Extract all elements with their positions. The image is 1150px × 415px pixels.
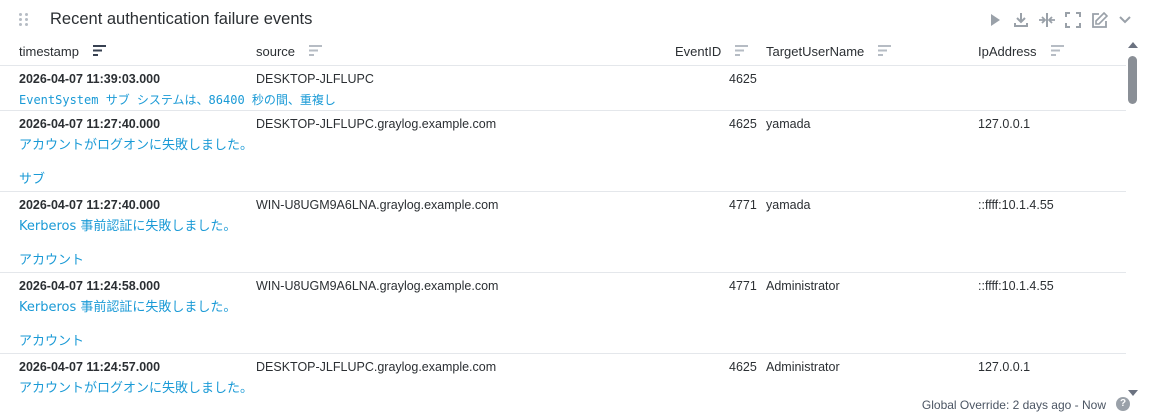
table-row[interactable]: 2026-04-07 11:39:03.000 DESKTOP-JLFLUPC … bbox=[0, 66, 1126, 111]
cell-eventid: 4771 bbox=[729, 198, 757, 212]
cell-timestamp: 2026-04-07 11:39:03.000 bbox=[19, 72, 161, 86]
cell-ipaddress: ::ffff:10.1.4.55 bbox=[978, 279, 1054, 293]
global-override-text: Global Override: 2 days ago - Now bbox=[921, 398, 1106, 412]
column-header-timestamp[interactable]: timestamp bbox=[19, 44, 106, 59]
column-header-targetusername[interactable]: TargetUserName bbox=[766, 44, 892, 59]
search-widget: Recent authentication failure events tim… bbox=[0, 0, 1150, 415]
column-label: EventID bbox=[675, 44, 722, 59]
message-line: Kerberos 事前認証に失敗しました。 bbox=[19, 300, 237, 315]
column-label: timestamp bbox=[19, 44, 79, 59]
vertical-scrollbar[interactable] bbox=[1126, 38, 1140, 396]
sort-icon[interactable] bbox=[735, 44, 749, 59]
fullscreen-icon[interactable] bbox=[1062, 9, 1084, 31]
cell-timestamp: 2026-04-07 11:24:58.000 bbox=[19, 279, 161, 293]
cell-source: DESKTOP-JLFLUPC.graylog.example.com bbox=[256, 360, 497, 374]
split-icon[interactable] bbox=[1036, 9, 1058, 31]
cell-targetusername: yamada bbox=[766, 198, 811, 212]
column-header-eventid[interactable]: EventID bbox=[675, 44, 749, 59]
cell-ipaddress: 127.0.0.1 bbox=[978, 360, 1031, 374]
cell-timestamp: 2026-04-07 11:27:40.000 bbox=[19, 117, 161, 131]
chevron-down-icon[interactable] bbox=[1114, 9, 1136, 31]
widget-actions bbox=[980, 9, 1136, 31]
cell-timestamp: 2026-04-07 11:27:40.000 bbox=[19, 198, 161, 212]
column-label: IpAddress bbox=[978, 44, 1037, 59]
sort-icon[interactable] bbox=[1050, 44, 1064, 59]
message-line: アカウント bbox=[19, 253, 85, 268]
table-body: 2026-04-07 11:39:03.000 DESKTOP-JLFLUPC … bbox=[0, 66, 1126, 415]
column-label: source bbox=[256, 44, 296, 59]
cell-targetusername: Administrator bbox=[766, 360, 840, 374]
cell-targetusername: yamada bbox=[766, 117, 811, 131]
message-line: Kerberos 事前認証に失敗しました。 bbox=[19, 219, 237, 234]
cell-ipaddress: 127.0.0.1 bbox=[978, 117, 1031, 131]
sort-desc-icon[interactable] bbox=[92, 44, 106, 59]
edit-icon[interactable] bbox=[1088, 9, 1110, 31]
sort-icon[interactable] bbox=[878, 44, 892, 59]
scroll-down-icon[interactable] bbox=[1128, 390, 1138, 396]
cell-eventid: 4625 bbox=[729, 360, 757, 374]
cell-source: WIN-U8UGM9A6LNA.graylog.example.com bbox=[256, 198, 499, 212]
scrollbar-thumb[interactable] bbox=[1128, 56, 1137, 104]
table-row[interactable]: 2026-04-07 11:27:40.000 DESKTOP-JLFLUPC.… bbox=[0, 111, 1126, 192]
widget-title: Recent authentication failure events bbox=[50, 10, 313, 28]
column-label: TargetUserName bbox=[766, 44, 865, 59]
table-row[interactable]: 2026-04-07 11:24:58.000 WIN-U8UGM9A6LNA.… bbox=[0, 273, 1126, 354]
download-icon[interactable] bbox=[1010, 9, 1032, 31]
message-line: アカウントがログオンに失敗しました。 bbox=[19, 138, 254, 153]
table-row[interactable]: 2026-04-07 11:27:40.000 WIN-U8UGM9A6LNA.… bbox=[0, 192, 1126, 273]
cell-eventid: 4771 bbox=[729, 279, 757, 293]
column-header-ipaddress[interactable]: IpAddress bbox=[978, 44, 1064, 59]
play-icon[interactable] bbox=[984, 9, 1006, 31]
help-icon[interactable]: ? bbox=[1116, 397, 1130, 411]
message-line: アカウントがログオンに失敗しました。 bbox=[19, 381, 254, 396]
table-header: timestamp source EventID TargetUserName … bbox=[0, 38, 1126, 66]
message-line: サブ bbox=[19, 172, 46, 187]
cell-eventid: 4625 bbox=[729, 117, 757, 131]
cell-source: DESKTOP-JLFLUPC bbox=[256, 72, 374, 86]
cell-source: DESKTOP-JLFLUPC.graylog.example.com bbox=[256, 117, 497, 131]
column-header-source[interactable]: source bbox=[256, 44, 323, 59]
cell-targetusername: Administrator bbox=[766, 279, 840, 293]
message-line: アカウント bbox=[19, 334, 85, 349]
sort-icon[interactable] bbox=[309, 44, 323, 59]
cell-eventid: 4625 bbox=[729, 72, 757, 86]
cell-ipaddress: ::ffff:10.1.4.55 bbox=[978, 198, 1054, 212]
cell-timestamp: 2026-04-07 11:24:57.000 bbox=[19, 360, 161, 374]
scroll-up-icon[interactable] bbox=[1128, 42, 1138, 48]
cell-source: WIN-U8UGM9A6LNA.graylog.example.com bbox=[256, 279, 499, 293]
message-line: EventSystem サブ システムは、86400 秒の間、重複し bbox=[19, 93, 336, 107]
drag-handle-icon[interactable] bbox=[19, 13, 29, 27]
